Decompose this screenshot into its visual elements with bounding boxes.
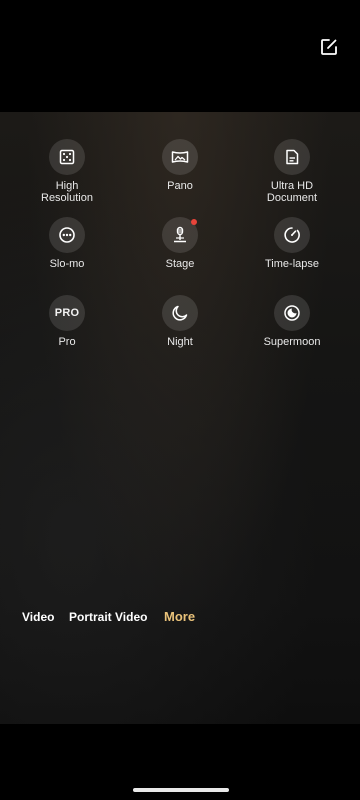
mode-pano[interactable]: Pano xyxy=(130,139,230,192)
mode-label: High Resolution xyxy=(41,180,93,204)
time-lapse-icon xyxy=(284,227,300,243)
document-icon xyxy=(286,149,299,165)
mode-pro[interactable]: PRO Pro xyxy=(17,295,117,348)
mode-icon-circle xyxy=(162,139,198,175)
mode-icon-circle xyxy=(49,217,85,253)
edit-icon xyxy=(321,39,337,55)
mode-stage[interactable]: Stage xyxy=(130,217,230,270)
modes-panel: High Resolution Pano Ultra HD Document S… xyxy=(0,112,360,724)
mode-icon-circle xyxy=(274,139,310,175)
tab-more[interactable]: More xyxy=(164,609,195,624)
mode-icon-circle xyxy=(274,295,310,331)
mode-icon-circle xyxy=(162,217,198,253)
mode-label: Pano xyxy=(167,180,193,192)
mode-supermoon[interactable]: Supermoon xyxy=(242,295,342,348)
top-bar xyxy=(0,0,360,112)
new-badge-dot xyxy=(191,219,197,225)
mode-high-resolution[interactable]: High Resolution xyxy=(17,139,117,204)
mode-switcher: Video Portrait Video More xyxy=(0,609,360,630)
mode-time-lapse[interactable]: Time-lapse xyxy=(242,217,342,270)
mode-icon-circle xyxy=(49,139,85,175)
camera-more-modes-screen: High Resolution Pano Ultra HD Document S… xyxy=(0,0,360,800)
mode-ultra-hd-document[interactable]: Ultra HD Document xyxy=(242,139,342,204)
pro-icon: PRO xyxy=(54,307,80,319)
stage-icon xyxy=(174,226,186,243)
home-indicator[interactable] xyxy=(133,788,229,792)
mode-label: Pro xyxy=(58,336,76,348)
tab-portrait-video[interactable]: Portrait Video xyxy=(69,610,147,624)
mode-label: Stage xyxy=(165,258,195,270)
mode-slo-mo[interactable]: Slo-mo xyxy=(17,217,117,270)
mode-icon-circle xyxy=(274,217,310,253)
mode-label: Ultra HD Document xyxy=(266,180,318,204)
high-resolution-icon xyxy=(59,149,75,165)
tab-video[interactable]: Video xyxy=(22,610,54,624)
mode-label: Night xyxy=(167,336,193,348)
supermoon-icon xyxy=(284,305,300,321)
mode-label: Supermoon xyxy=(263,336,321,348)
navigation-bar xyxy=(0,724,360,800)
mode-icon-circle xyxy=(162,295,198,331)
slo-mo-icon xyxy=(59,227,75,243)
mode-label: Time-lapse xyxy=(265,258,319,270)
night-icon xyxy=(172,305,188,321)
mode-label: Slo-mo xyxy=(49,258,85,270)
edit-button[interactable] xyxy=(318,36,340,58)
pano-icon xyxy=(171,151,189,163)
mode-night[interactable]: Night xyxy=(130,295,230,348)
mode-icon-circle: PRO xyxy=(49,295,85,331)
